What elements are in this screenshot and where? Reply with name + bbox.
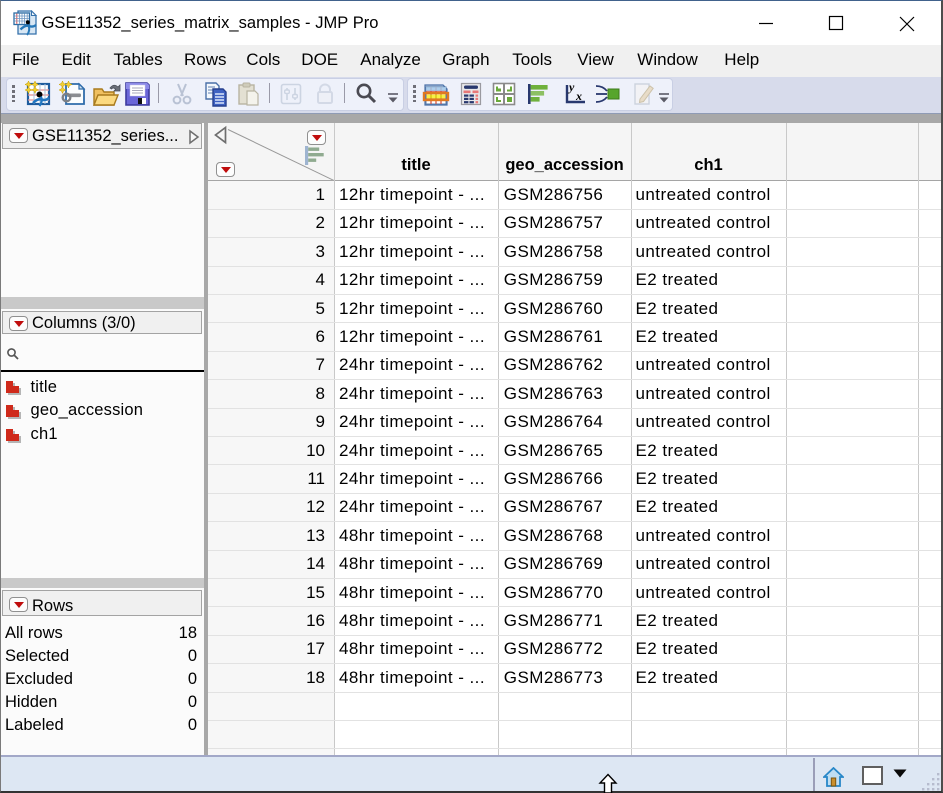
svg-text:x: x — [575, 89, 582, 103]
svg-text:y: y — [567, 81, 575, 94]
